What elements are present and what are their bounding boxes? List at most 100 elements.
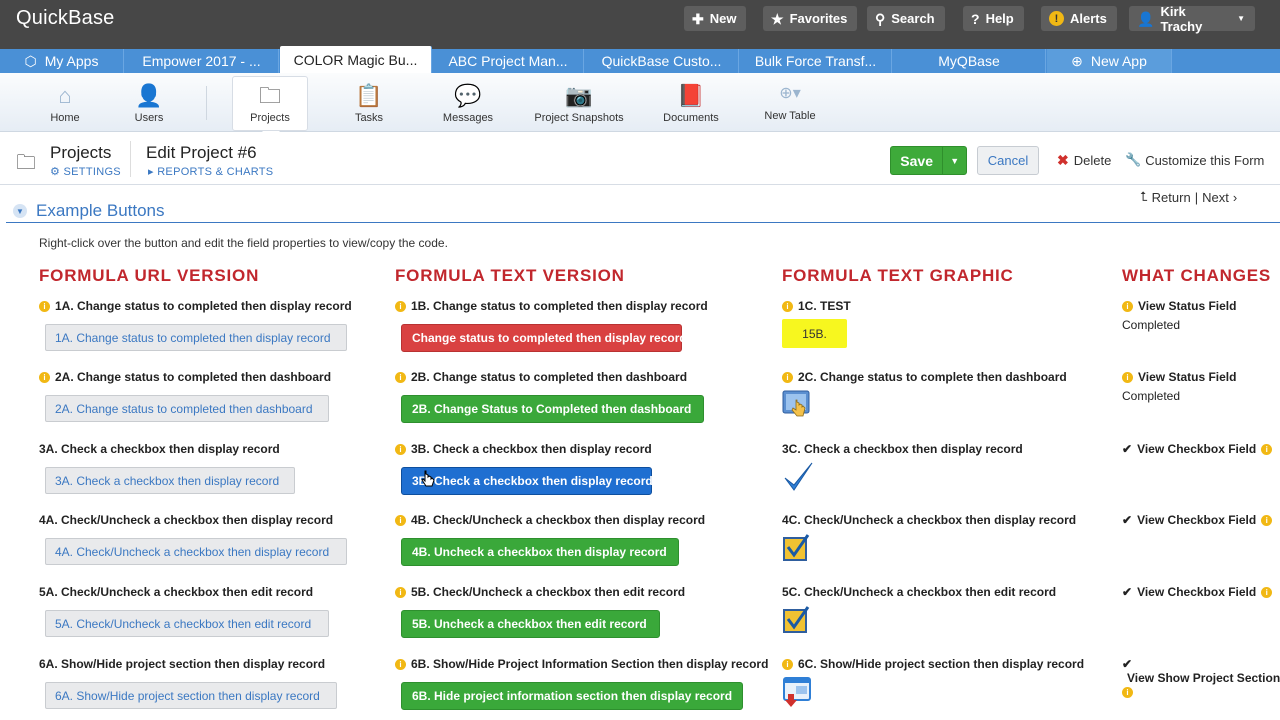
info-icon[interactable]: i [395, 300, 406, 312]
label-text: 3A. Check a checkbox then display record [39, 442, 280, 456]
toolbar-project-snapshots[interactable]: 📷 Project Snapshots [532, 78, 626, 130]
info-icon[interactable]: i [782, 371, 793, 383]
checkbox-value: ✔ [1122, 585, 1133, 599]
toolbar-new-table[interactable]: ⊕▾ New Table [760, 78, 820, 130]
user-menu-button[interactable]: 👤 Kirk Trachy ▼ [1129, 4, 1255, 34]
toolbar-home[interactable]: ⌂ Home [38, 78, 92, 130]
text-button-5b[interactable]: 5B. Uncheck a checkbox then edit record [401, 610, 660, 638]
help-button[interactable]: ? Help [963, 6, 1024, 31]
tab-my-apps[interactable]: ⬡ My Apps [0, 49, 124, 73]
cube-icon: ⬡ [24, 52, 37, 69]
hand-pointer-icon[interactable] [782, 390, 812, 420]
alerts-button[interactable]: ! Alerts [1041, 6, 1117, 31]
info-icon[interactable]: i [395, 443, 406, 455]
field-label-2a: i 2A. Change status to completed then das… [39, 370, 331, 384]
new-button[interactable]: ✚ New [684, 6, 747, 31]
label-text: 4C. Check/Uncheck a checkbox then displa… [782, 513, 1077, 527]
url-button-1a[interactable]: 1A. Change status to completed then disp… [45, 324, 347, 351]
checked-box-icon[interactable] [782, 532, 812, 562]
label-text: View Checkbox Field [1137, 442, 1257, 456]
delete-button[interactable]: ✖ Delete [1057, 152, 1111, 169]
cancel-button[interactable]: Cancel [977, 146, 1039, 175]
field-label-6c: i 6C. Show/Hide project section then disp… [782, 657, 1084, 671]
info-icon[interactable]: i [395, 586, 406, 598]
plus-circle-icon: ⊕ [1071, 52, 1083, 69]
field-label-5c: 5C. Check/Uncheck a checkbox then edit r… [782, 585, 1056, 599]
next-link[interactable]: Next [1202, 190, 1229, 205]
favorites-button[interactable]: ★ Favorites [763, 6, 858, 31]
info-icon[interactable]: i [1261, 586, 1273, 598]
info-icon[interactable]: i [39, 371, 50, 383]
info-icon[interactable]: i [1261, 443, 1273, 455]
table-title[interactable]: Projects [50, 143, 111, 163]
info-icon[interactable]: i [39, 300, 50, 312]
url-button-3a[interactable]: 3A. Check a checkbox then display record [45, 467, 295, 494]
toolbar-messages[interactable]: 💬 Messages [436, 78, 500, 130]
info-icon[interactable]: i [395, 371, 406, 383]
settings-link[interactable]: ⚙ SETTINGS [50, 165, 121, 178]
return-link[interactable]: Return [1152, 190, 1191, 205]
toolbar-label: Project Snapshots [534, 112, 624, 124]
toolbar-users[interactable]: 👤 Users [122, 78, 176, 130]
tab-bulk-force[interactable]: Bulk Force Transf... [740, 49, 892, 73]
text-button-6b[interactable]: 6B. Hide project information section the… [401, 682, 743, 710]
heading-formula-text: FORMULA TEXT VERSION [395, 266, 625, 285]
url-button-2a[interactable]: 2A. Change status to completed then dash… [45, 395, 329, 422]
tab-quickbase-custo[interactable]: QuickBase Custo... [585, 49, 739, 73]
mouse-cursor-icon [421, 470, 435, 493]
section-collapse-icon[interactable]: ▼ [13, 204, 27, 218]
tab-label: My Apps [44, 53, 99, 69]
tab-myqbase[interactable]: MyQBase [893, 49, 1046, 73]
section-divider [6, 222, 1280, 223]
text-button-3b[interactable]: 3B. Check a checkbox then display record [401, 467, 653, 495]
text-button-4b[interactable]: 4B. Uncheck a checkbox then display reco… [401, 538, 679, 566]
info-icon[interactable]: i [782, 300, 793, 312]
checkmark-icon[interactable] [782, 461, 814, 493]
question-icon: ? [971, 10, 980, 27]
text-button-2b[interactable]: 2B. Change Status to Completed then dash… [401, 395, 704, 423]
save-dropdown-icon[interactable]: ▼ [942, 147, 966, 174]
quickbase-logo[interactable]: QuickBase [16, 7, 115, 30]
toolbar-projects[interactable]: 🗀 Projects [232, 76, 308, 131]
info-icon[interactable]: i [782, 658, 793, 670]
section-title[interactable]: Example Buttons [36, 201, 165, 221]
label-text: 3B. Check a checkbox then display record [411, 442, 652, 456]
toolbar-tasks[interactable]: 📋 Tasks [340, 78, 398, 130]
url-button-6a[interactable]: 6A. Show/Hide project section then displ… [45, 682, 337, 709]
info-icon[interactable]: i [1122, 687, 1133, 698]
tab-empower-2017[interactable]: Empower 2017 - ... [125, 49, 279, 73]
graphic-button-1c[interactable]: 15B. [782, 319, 847, 348]
window-down-arrow-icon[interactable] [782, 676, 814, 708]
search-button[interactable]: ⚲ Search [867, 6, 945, 31]
tab-abc-project[interactable]: ABC Project Man... [433, 49, 584, 73]
info-icon[interactable]: i [1261, 514, 1273, 526]
camera-icon: 📷 [565, 83, 593, 108]
checkbox-value: ✔ [1122, 657, 1133, 671]
checked-box-icon[interactable] [782, 604, 812, 634]
url-button-5a[interactable]: 5A. Check/Uncheck a checkbox then edit r… [45, 610, 329, 637]
info-icon[interactable]: i [1122, 371, 1133, 383]
settings-label: SETTINGS [63, 166, 121, 178]
changes-check-6: ✔ [1122, 657, 1132, 671]
heading-formula-graphic: FORMULA TEXT GRAPHIC [782, 266, 1014, 285]
field-label-4b: i 4B. Check/Uncheck a checkbox then displ… [395, 513, 705, 527]
tab-new-app[interactable]: ⊕ New App [1047, 49, 1172, 73]
toolbar-label: Documents [663, 112, 719, 124]
field-label-4c: 4C. Check/Uncheck a checkbox then displa… [782, 513, 1076, 527]
label-text: 5A. Check/Uncheck a checkbox then edit r… [39, 585, 314, 599]
page-title: Edit Project #6 [146, 143, 257, 162]
reports-charts-link[interactable]: ▸ REPORTS & CHARTS [148, 165, 273, 178]
tab-color-magic[interactable]: COLOR Magic Bu... [280, 46, 432, 73]
info-icon[interactable]: i [1122, 300, 1133, 312]
info-icon[interactable]: i [395, 514, 406, 526]
text-button-1b[interactable]: Change status to completed then display … [401, 324, 687, 352]
alerts-label: Alerts [1070, 11, 1107, 26]
customize-form-button[interactable]: 🔧 Customize this Form [1125, 152, 1264, 168]
field-label-6a: 6A. Show/Hide project section then displ… [39, 657, 325, 671]
toolbar-documents[interactable]: 📕 Documents [660, 78, 722, 130]
save-button[interactable]: Save ▼ [890, 146, 967, 175]
label-text: 1B. Change status to completed then disp… [411, 299, 708, 313]
url-button-4a[interactable]: 4A. Check/Uncheck a checkbox then displa… [45, 538, 347, 565]
info-icon[interactable]: i [395, 658, 406, 670]
favorites-label: Favorites [789, 11, 848, 26]
